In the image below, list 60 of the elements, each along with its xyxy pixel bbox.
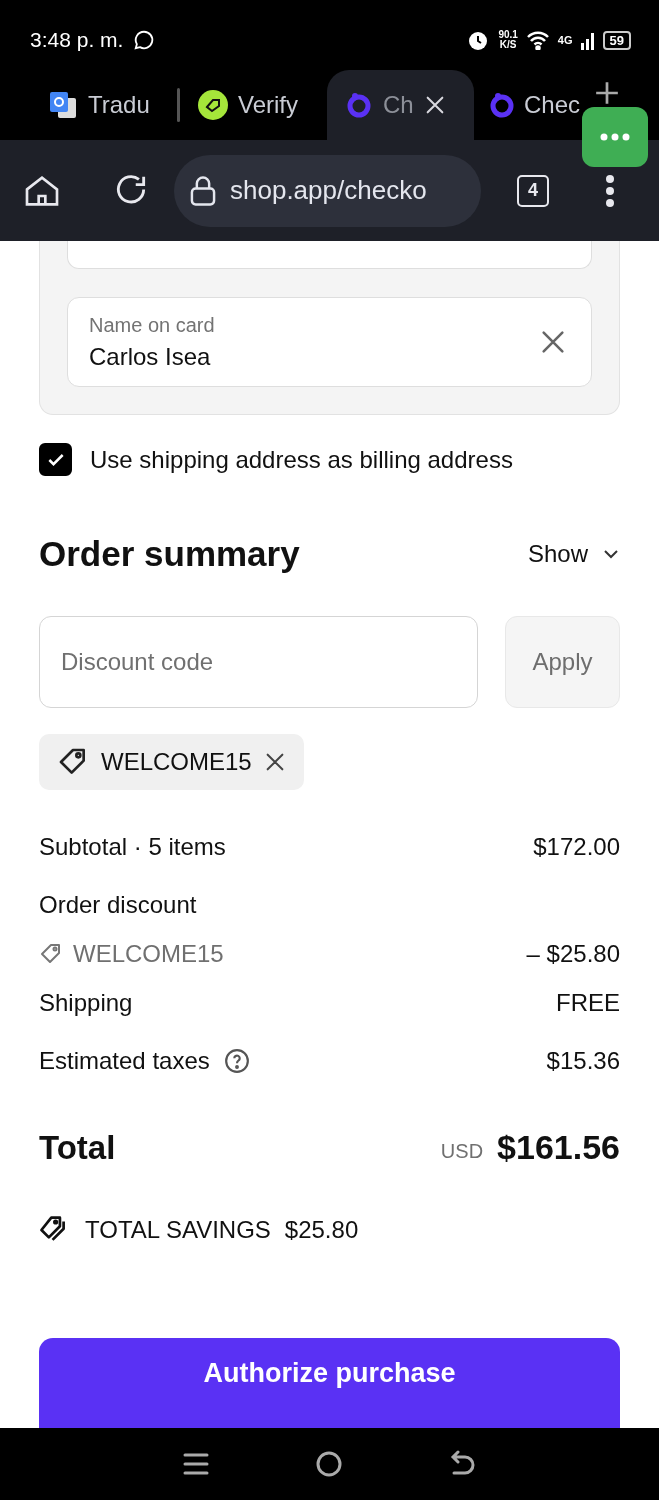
- line-value: $15.36: [546, 1047, 620, 1075]
- discount-code: WELCOME15: [101, 748, 252, 776]
- tag-icon: [39, 942, 63, 966]
- browser-tab[interactable]: Verify: [180, 70, 327, 140]
- total-amount: $161.56: [497, 1128, 620, 1167]
- wifi-icon: [525, 30, 550, 50]
- line-label: Subtotal · 5 items: [39, 833, 226, 861]
- total-label: Total: [39, 1128, 116, 1167]
- network-speed: 90.1: [498, 30, 518, 40]
- field-label: Name on card: [89, 313, 215, 337]
- discount-code: WELCOME15: [73, 940, 224, 968]
- browser-tab[interactable]: Chec: [474, 70, 580, 140]
- more-button[interactable]: [582, 107, 648, 167]
- back-icon[interactable]: [449, 1450, 476, 1478]
- browser-tab[interactable]: Tradu: [30, 70, 177, 140]
- section-heading: Order summary: [39, 534, 300, 574]
- savings-label: TOTAL SAVINGS: [85, 1216, 271, 1244]
- billing-checkbox[interactable]: [39, 443, 72, 476]
- help-icon[interactable]: [223, 1048, 250, 1074]
- tab-title: Ch: [383, 91, 414, 119]
- ring-logo-icon: [488, 91, 516, 119]
- checkbox-label: Use shipping address as billing address: [90, 445, 513, 474]
- tag-icon: [198, 90, 228, 120]
- line-value: $172.00: [533, 833, 620, 861]
- line-label: Estimated taxes: [39, 1047, 210, 1075]
- address-bar[interactable]: shop.app/checko: [174, 154, 481, 227]
- browser-tab[interactable]: Ch: [327, 70, 474, 140]
- apply-button[interactable]: Apply: [505, 616, 620, 708]
- line-label: Order discount: [39, 891, 197, 919]
- translate-icon: [48, 90, 78, 120]
- tab-count[interactable]: 4: [517, 174, 549, 207]
- lock-icon: [188, 174, 218, 207]
- more-icon: [600, 133, 630, 141]
- clock-time: 3:48 p. m.: [30, 28, 124, 52]
- authorize-purchase-button[interactable]: Authorize purchase: [39, 1338, 620, 1428]
- show-toggle[interactable]: Show: [527, 540, 620, 568]
- line-value: FREE: [556, 989, 620, 1017]
- signal-icon: [580, 30, 595, 50]
- battery-level: 59: [602, 30, 631, 50]
- speed-unit: K/S: [499, 40, 517, 50]
- network-type: 4G: [557, 34, 573, 46]
- tab-title: Chec: [524, 91, 580, 119]
- card-field[interactable]: [67, 241, 592, 269]
- line-value: – $25.80: [526, 940, 620, 968]
- field-value: Carlos Isea: [89, 342, 212, 371]
- chevron-down-icon: [602, 548, 620, 560]
- home-icon[interactable]: [315, 1450, 344, 1478]
- savings-amount: $25.80: [284, 1216, 359, 1244]
- menu-icon[interactable]: [183, 1452, 210, 1476]
- clear-icon[interactable]: [539, 328, 567, 356]
- new-tab-icon[interactable]: [594, 80, 620, 106]
- currency-code: USD: [440, 1140, 484, 1163]
- tab-title: Verify: [238, 91, 299, 119]
- line-label: Shipping: [39, 989, 133, 1017]
- chat-icon: [133, 29, 156, 51]
- ring-logo-icon: [345, 91, 373, 119]
- tab-title: Tradu: [88, 91, 150, 119]
- discount-code-field[interactable]: Discount code: [39, 616, 478, 708]
- menu-icon[interactable]: [605, 173, 615, 208]
- name-on-card-field[interactable]: Name on card Carlos Isea: [67, 297, 592, 387]
